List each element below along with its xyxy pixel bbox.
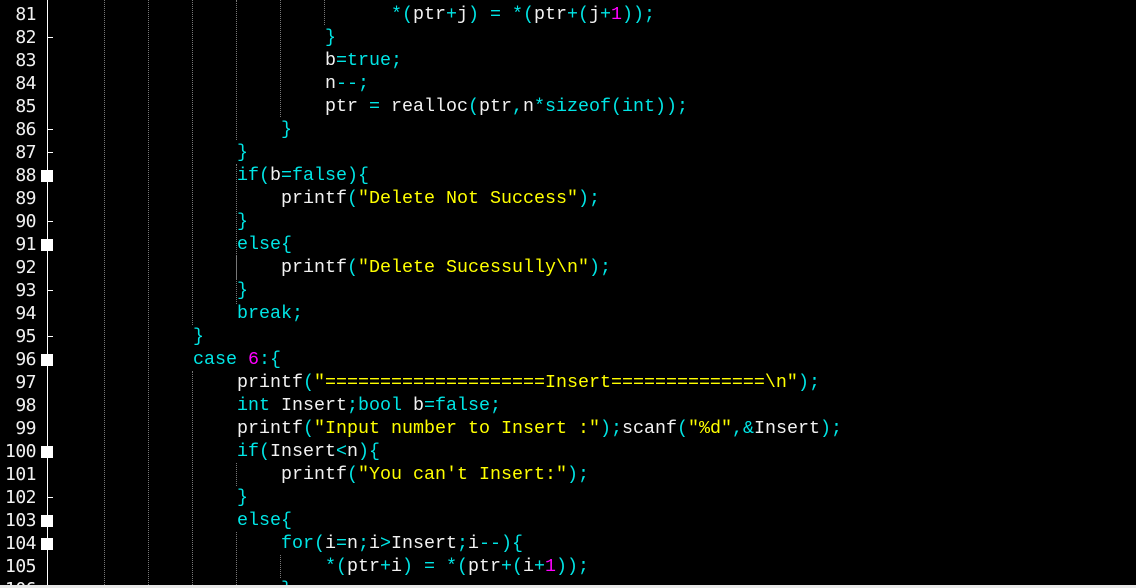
code-line[interactable]: 100 if(Insert<n){ bbox=[0, 440, 1136, 463]
code-line[interactable]: 82 } bbox=[0, 26, 1136, 49]
code-line[interactable]: 101 printf("You can't Insert:"); bbox=[0, 463, 1136, 486]
fold-end-icon bbox=[47, 129, 53, 130]
code-line[interactable]: 103 else{ bbox=[0, 509, 1136, 532]
fold-toggle-icon[interactable] bbox=[41, 170, 53, 182]
code-line[interactable]: 91 else{ bbox=[0, 233, 1136, 256]
code-text[interactable]: *(ptr+i) = *(ptr+(i+1)); bbox=[61, 555, 589, 578]
code-line[interactable]: 104 for(i=n;i>Insert;i--){ bbox=[0, 532, 1136, 555]
fold-toggle-icon[interactable] bbox=[41, 239, 53, 251]
code-text[interactable]: } bbox=[61, 578, 292, 585]
code-line[interactable]: 83 b=true; bbox=[0, 49, 1136, 72]
code-line[interactable]: 89 printf("Delete Not Success"); bbox=[0, 187, 1136, 210]
code-text[interactable]: else{ bbox=[61, 509, 292, 532]
code-line[interactable]: 96 case 6:{ bbox=[0, 348, 1136, 371]
code-text[interactable]: printf("You can't Insert:"); bbox=[61, 463, 589, 486]
line-number: 94 bbox=[15, 303, 36, 324]
fold-toggle-icon[interactable] bbox=[41, 538, 53, 550]
line-number: 89 bbox=[15, 188, 36, 209]
code-text[interactable]: printf("Delete Sucessully\n"); bbox=[61, 256, 611, 279]
code-line[interactable]: 98 int Insert;bool b=false; bbox=[0, 394, 1136, 417]
code-line[interactable]: 81 *(ptr+j) = *(ptr+(j+1)); bbox=[0, 3, 1136, 26]
line-number: 91 bbox=[15, 234, 36, 255]
line-number: 97 bbox=[15, 372, 36, 393]
code-line[interactable]: 94 break; bbox=[0, 302, 1136, 325]
line-number: 100 bbox=[4, 441, 37, 462]
code-text[interactable]: printf("Delete Not Success"); bbox=[61, 187, 600, 210]
code-text[interactable]: printf("Input number to Insert :");scanf… bbox=[61, 417, 842, 440]
code-line[interactable]: 93 } bbox=[0, 279, 1136, 302]
code-text[interactable]: if(b=false){ bbox=[61, 164, 369, 187]
code-line[interactable]: 90 } bbox=[0, 210, 1136, 233]
code-text[interactable]: } bbox=[61, 210, 248, 233]
code-text[interactable]: case 6:{ bbox=[61, 348, 281, 371]
code-line[interactable]: 102 } bbox=[0, 486, 1136, 509]
code-text[interactable]: if(Insert<n){ bbox=[61, 440, 380, 463]
fold-end-icon bbox=[47, 221, 53, 222]
line-number: 92 bbox=[15, 257, 36, 278]
line-number: 90 bbox=[15, 211, 36, 232]
fold-toggle-icon[interactable] bbox=[41, 354, 53, 366]
line-number: 83 bbox=[15, 50, 36, 71]
line-number: 96 bbox=[15, 349, 36, 370]
code-text[interactable]: } bbox=[61, 26, 336, 49]
fold-end-icon bbox=[47, 290, 53, 291]
code-text[interactable]: ptr = realloc(ptr,n*sizeof(int)); bbox=[61, 95, 688, 118]
line-number: 87 bbox=[15, 142, 36, 163]
fold-end-icon bbox=[47, 37, 53, 38]
code-line[interactable]: 92 printf("Delete Sucessully\n"); bbox=[0, 256, 1136, 279]
code-line[interactable]: 88 if(b=false){ bbox=[0, 164, 1136, 187]
line-number: 105 bbox=[4, 556, 37, 577]
line-number: 98 bbox=[15, 395, 36, 416]
line-number: 103 bbox=[4, 510, 37, 531]
line-number: 99 bbox=[15, 418, 36, 439]
fold-toggle-icon[interactable] bbox=[41, 446, 53, 458]
fold-end-icon bbox=[47, 152, 53, 153]
code-line[interactable]: 87 } bbox=[0, 141, 1136, 164]
code-text[interactable]: } bbox=[61, 118, 292, 141]
code-text[interactable]: *(ptr+j) = *(ptr+(j+1)); bbox=[61, 3, 655, 26]
code-text[interactable]: break; bbox=[61, 302, 303, 325]
fold-end-icon bbox=[47, 336, 53, 337]
line-number: 88 bbox=[15, 165, 36, 186]
code-line[interactable]: 84 n--; bbox=[0, 72, 1136, 95]
fold-end-icon bbox=[47, 497, 53, 498]
line-number: 86 bbox=[15, 119, 36, 140]
code-line[interactable]: 106 } bbox=[0, 578, 1136, 585]
code-text[interactable]: } bbox=[61, 486, 248, 509]
line-number: 81 bbox=[15, 4, 36, 25]
code-line[interactable]: 105 *(ptr+i) = *(ptr+(i+1)); bbox=[0, 555, 1136, 578]
fold-toggle-icon[interactable] bbox=[41, 515, 53, 527]
code-line[interactable]: 85 ptr = realloc(ptr,n*sizeof(int)); bbox=[0, 95, 1136, 118]
code-text[interactable]: } bbox=[61, 279, 248, 302]
line-number: 102 bbox=[4, 487, 37, 508]
line-number: 104 bbox=[4, 533, 37, 554]
line-number: 82 bbox=[15, 27, 36, 48]
code-text[interactable]: } bbox=[61, 325, 204, 348]
code-line[interactable]: 86 } bbox=[0, 118, 1136, 141]
code-line[interactable]: 97 printf("====================Insert===… bbox=[0, 371, 1136, 394]
line-number: 85 bbox=[15, 96, 36, 117]
code-text[interactable]: else{ bbox=[61, 233, 292, 256]
code-text[interactable]: } bbox=[61, 141, 248, 164]
code-text[interactable]: b=true; bbox=[61, 49, 402, 72]
code-line[interactable]: 95 } bbox=[0, 325, 1136, 348]
line-number: 101 bbox=[4, 464, 37, 485]
line-number: 106 bbox=[0, 578, 37, 585]
line-number: 84 bbox=[15, 73, 36, 94]
code-text[interactable]: int Insert;bool b=false; bbox=[61, 394, 501, 417]
code-line[interactable]: 99 printf("Input number to Insert :");sc… bbox=[0, 417, 1136, 440]
code-text[interactable]: printf("====================Insert======… bbox=[61, 371, 820, 394]
code-editor[interactable]: 81 *(ptr+j) = *(ptr+(j+1)); 82 } 83 b=true… bbox=[0, 0, 1136, 585]
code-text[interactable]: n--; bbox=[61, 72, 369, 95]
line-number: 93 bbox=[15, 280, 36, 301]
line-number: 95 bbox=[15, 326, 36, 347]
code-text[interactable]: for(i=n;i>Insert;i--){ bbox=[61, 532, 523, 555]
